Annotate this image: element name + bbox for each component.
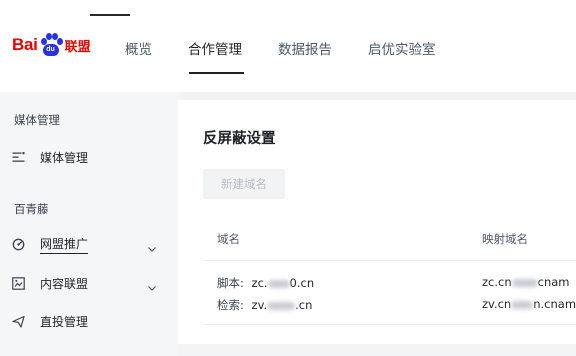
list-icon xyxy=(11,150,25,164)
sidebar-item-label: 网盟推广 xyxy=(40,235,89,254)
tab-overview[interactable]: 概览 xyxy=(125,38,152,58)
logo-text-du: du xyxy=(46,46,55,53)
tab-data-reports[interactable]: 数据报告 xyxy=(278,38,332,58)
logo-text-lianmeng: 联盟 xyxy=(64,39,91,55)
table-row-divider xyxy=(203,324,576,325)
tab-cooperation-management[interactable]: 合作管理 xyxy=(188,38,242,58)
table-cell-domain: 检索: zv. .cn xyxy=(217,297,312,313)
table-cell-mapped-domain: zv.cn n.cnam xyxy=(482,297,576,311)
active-tab-indicator xyxy=(189,72,244,74)
send-icon xyxy=(11,314,25,328)
top-accent-line xyxy=(90,14,130,16)
domain-type-label: 检索: xyxy=(217,298,244,312)
image-icon xyxy=(11,276,25,290)
sidebar-item-network-promotion[interactable]: 网盟推广 xyxy=(0,231,178,257)
mapped-domain-text: n.cnam xyxy=(533,297,576,311)
sidebar-item-media-management[interactable]: 媒体管理 xyxy=(0,144,178,170)
domain-text: .cn xyxy=(295,298,313,312)
redaction-blur xyxy=(511,278,538,287)
tab-qiyou-lab[interactable]: 启优实验室 xyxy=(368,38,436,58)
mapped-domain-text: zv.cn xyxy=(482,297,512,311)
chevron-down-icon[interactable] xyxy=(147,239,157,252)
mapped-domain-text: cnam xyxy=(537,275,570,289)
baidu-union-logo[interactable]: Bai du 联盟 xyxy=(12,30,91,60)
sidebar-item-label: 内容联盟 xyxy=(40,276,89,291)
mapped-domain-text: zc.cn xyxy=(482,275,512,289)
top-navigation-bar: Bai du 联盟 概览 合作管理 数据报告 启优实验室 xyxy=(0,0,576,92)
domain-type-label: 脚本: xyxy=(217,276,244,290)
sidebar-section-media-management: 媒体管理 xyxy=(14,113,60,127)
target-icon xyxy=(11,237,25,251)
chevron-down-icon[interactable] xyxy=(147,278,157,291)
redaction-blur xyxy=(511,300,534,309)
domain-text: zc. xyxy=(251,276,268,290)
sidebar-item-label: 直投管理 xyxy=(40,314,89,329)
table-cell-domain: 脚本: zc. 0.cn xyxy=(217,275,314,291)
new-domain-button[interactable]: 新建域名 xyxy=(203,169,285,199)
column-header-mapped-domain: 映射域名 xyxy=(482,232,528,246)
column-header-domain: 域名 xyxy=(217,232,240,246)
redaction-blur xyxy=(267,301,296,310)
logo-text-bai: Bai xyxy=(12,35,38,54)
sidebar-item-direct-delivery[interactable]: 直投管理 xyxy=(0,308,178,334)
baidu-paw-icon: du xyxy=(39,33,63,57)
domain-text: zv. xyxy=(251,298,268,312)
main-content-panel: 反屏蔽设置 新建域名 域名 映射域名 脚本: zc. 0.cn zc.cn cnam… xyxy=(178,100,576,344)
table-cell-mapped-domain: zc.cn cnam xyxy=(482,275,570,289)
redaction-blur xyxy=(267,279,290,288)
page-title: 反屏蔽设置 xyxy=(203,131,276,147)
sidebar-item-content-union[interactable]: 内容联盟 xyxy=(0,270,178,296)
table-header-divider xyxy=(203,260,576,261)
sidebar-item-label: 媒体管理 xyxy=(40,150,89,165)
domain-text: 0.cn xyxy=(289,276,315,290)
sidebar-section-baiqingteng: 百青藤 xyxy=(14,202,49,216)
sidebar: 媒体管理 媒体管理 百青藤 网盟推广 内容联盟 直投管理 xyxy=(0,92,178,356)
